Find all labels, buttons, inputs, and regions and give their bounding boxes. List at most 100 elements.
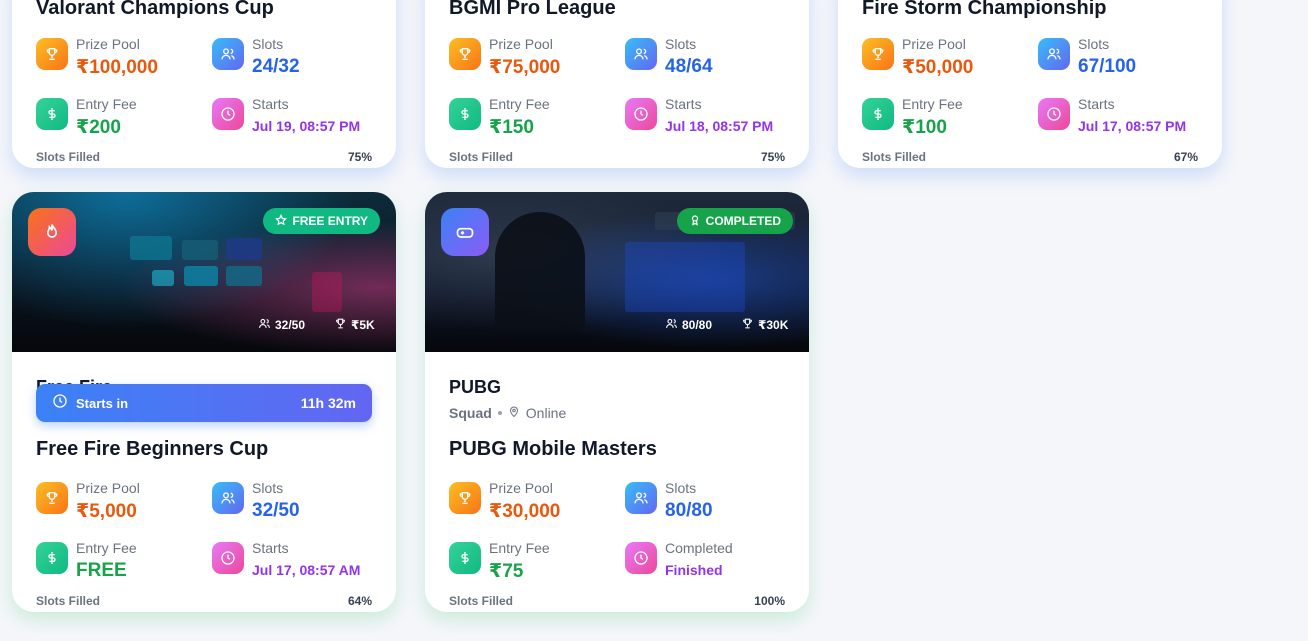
slots-filled-label: Slots Filled	[862, 150, 927, 164]
tournament-title: PUBG Mobile Masters	[449, 438, 657, 460]
tournament-card[interactable]: COMPLETED 80/80 ₹30K PUBG Squad Online P…	[425, 192, 809, 612]
clock-icon	[212, 98, 244, 130]
prize-pool-value: ₹100,000	[76, 57, 158, 78]
entry-fee-stat: Entry Fee ₹150	[449, 96, 619, 140]
slots-value: 24/32	[252, 56, 300, 77]
hero-prize-value: ₹5K	[351, 318, 375, 332]
gamepad-icon	[441, 208, 489, 256]
entry-fee-label: Entry Fee	[902, 96, 963, 112]
entry-fee-stat: Entry Fee ₹100	[862, 96, 1032, 140]
prize-pool-value: ₹50,000	[902, 57, 974, 78]
tournament-card[interactable]: BGMI Pro League Prize Pool ₹75,000 Slots…	[425, 0, 809, 168]
prize-pool-label: Prize Pool	[489, 480, 553, 496]
trophy-icon	[449, 482, 481, 514]
countdown-value: 11h 32m	[300, 395, 356, 411]
hero-prize-value: ₹30K	[758, 318, 789, 332]
prize-pool-stat: Prize Pool ₹100,000	[36, 36, 206, 80]
prize-pool-label: Prize Pool	[76, 36, 140, 52]
trophy-icon	[449, 38, 481, 70]
prize-pool-value: ₹75,000	[489, 57, 561, 78]
prize-pool-value: ₹5,000	[76, 501, 137, 522]
start-label: Starts	[252, 96, 289, 112]
slots-stat: Slots 67/100	[1038, 36, 1208, 80]
tournament-card[interactable]: FREE ENTRY 32/50 ₹5K Free Fire Starts in…	[12, 192, 396, 612]
prize-pool-stat: Prize Pool ₹75,000	[449, 36, 619, 80]
badge-label: FREE ENTRY	[292, 214, 368, 228]
award-icon	[689, 214, 701, 229]
tournament-title: Fire Storm Championship	[862, 0, 1107, 19]
prize-pool-stat: Prize Pool ₹30,000	[449, 480, 619, 524]
slots-stat: Slots 24/32	[212, 36, 382, 80]
start-time-stat: Starts Jul 18, 08:57 PM	[625, 96, 795, 140]
dollar-icon	[36, 98, 68, 130]
slots-value: 67/100	[1078, 56, 1137, 77]
start-value: Jul 17, 08:57 AM	[252, 562, 361, 578]
start-value: Jul 19, 08:57 PM	[252, 118, 361, 134]
slots-label: Slots	[252, 36, 284, 52]
entry-fee-value: ₹150	[489, 117, 534, 138]
slots-filled-label: Slots Filled	[36, 594, 101, 608]
hero-slots-value: 32/50	[275, 318, 306, 332]
users-icon	[625, 38, 657, 70]
clock-icon	[625, 98, 657, 130]
badge-label: COMPLETED	[705, 214, 781, 228]
start-value: Jul 18, 08:57 PM	[665, 118, 774, 134]
entry-fee-label: Entry Fee	[76, 540, 137, 556]
star-icon	[275, 213, 288, 229]
prize-pool-label: Prize Pool	[489, 36, 553, 52]
prize-pool-label: Prize Pool	[902, 36, 966, 52]
slots-value: 32/50	[252, 500, 300, 521]
slots-filled-label: Slots Filled	[449, 150, 514, 164]
clock-icon	[625, 542, 657, 574]
users-icon	[258, 317, 271, 333]
slots-filled-percent: 100%	[754, 594, 785, 608]
trophy-icon	[36, 38, 68, 70]
slots-filled-label: Slots Filled	[36, 150, 101, 164]
slots-filled-percent: 75%	[760, 150, 785, 164]
completed-badge: COMPLETED	[676, 208, 793, 234]
slots-filled-percent: 64%	[347, 594, 372, 608]
users-icon	[212, 482, 244, 514]
entry-fee-value: ₹100	[902, 117, 947, 138]
entry-fee-label: Entry Fee	[489, 96, 550, 112]
slots-filled-percent: 67%	[1173, 150, 1198, 164]
start-time-stat: Starts Jul 17, 08:57 PM	[1038, 96, 1208, 140]
dollar-icon	[449, 98, 481, 130]
start-time-stat: Starts Jul 19, 08:57 PM	[212, 96, 382, 140]
slots-value: 48/64	[665, 56, 713, 77]
dollar-icon	[449, 542, 481, 574]
separator-dot	[497, 411, 502, 415]
slots-stat: Slots 80/80	[625, 480, 795, 524]
completed-label: Completed	[665, 540, 733, 556]
game-meta: Squad Online	[449, 405, 566, 421]
tournament-card[interactable]: Fire Storm Championship Prize Pool ₹50,0…	[838, 0, 1222, 168]
completed-value: Finished	[665, 562, 723, 578]
start-label: Starts	[1078, 96, 1115, 112]
entry-fee-label: Entry Fee	[76, 96, 137, 112]
tournament-title: Free Fire Beginners Cup	[36, 438, 269, 460]
game-name: PUBG	[449, 377, 502, 397]
users-icon	[1038, 38, 1070, 70]
countdown-label: Starts in	[76, 395, 129, 411]
entry-fee-stat: Entry Fee FREE	[36, 540, 206, 584]
dollar-icon	[862, 98, 894, 130]
users-icon	[625, 482, 657, 514]
entry-fee-label: Entry Fee	[489, 540, 550, 556]
slots-label: Slots	[1078, 36, 1110, 52]
users-icon	[212, 38, 244, 70]
slots-label: Slots	[252, 480, 284, 496]
trophy-icon	[741, 317, 754, 333]
entry-fee-value: ₹200	[76, 117, 121, 138]
entry-fee-value: FREE	[76, 560, 127, 581]
users-icon	[665, 317, 678, 333]
clock-icon	[52, 393, 68, 414]
map-pin-icon	[508, 405, 520, 421]
slots-value: 80/80	[665, 500, 713, 521]
slots-stat: Slots 32/50	[212, 480, 382, 524]
slots-label: Slots	[665, 480, 697, 496]
start-label: Starts	[252, 540, 289, 556]
tournament-card[interactable]: Valorant Champions Cup Prize Pool ₹100,0…	[12, 0, 396, 168]
prize-pool-label: Prize Pool	[76, 480, 140, 496]
start-time-stat: Starts Jul 17, 08:57 AM	[212, 540, 382, 584]
slots-label: Slots	[665, 36, 697, 52]
